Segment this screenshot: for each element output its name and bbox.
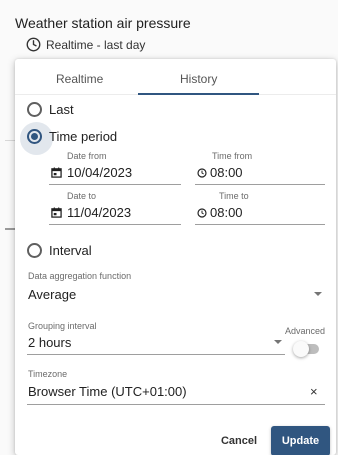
grouping-select[interactable]: Grouping interval 2 hours bbox=[27, 315, 285, 355]
tab-realtime[interactable]: Realtime bbox=[56, 72, 103, 86]
time-to-underline bbox=[195, 224, 325, 225]
widget-title: Weather station air pressure bbox=[15, 15, 191, 31]
active-tab-indicator bbox=[138, 93, 259, 95]
time-to-value-row[interactable]: 08:00 bbox=[197, 205, 243, 220]
toggle-thumb bbox=[293, 341, 309, 357]
timezone-underline bbox=[27, 404, 325, 405]
radio-interval-label: Interval bbox=[49, 243, 92, 258]
radio-time-period-label: Time period bbox=[49, 129, 118, 144]
clock-icon bbox=[197, 167, 207, 178]
calendar-icon bbox=[51, 167, 62, 178]
grouping-underline bbox=[27, 354, 285, 355]
time-from-field[interactable]: Time from 08:00 bbox=[195, 149, 325, 185]
date-from-value-row[interactable]: 10/04/2023 bbox=[51, 165, 132, 180]
timezone-value: Browser Time (UTC+01:00) bbox=[28, 384, 187, 399]
timezone-select[interactable]: Timezone Browser Time (UTC+01:00) × bbox=[27, 364, 325, 406]
radio-time-period-circle[interactable] bbox=[20, 122, 53, 155]
date-from-value: 10/04/2023 bbox=[67, 165, 133, 180]
timewindow-panel: Realtime History Last Time period Date f… bbox=[15, 59, 336, 455]
date-to-value-row[interactable]: 11/04/2023 bbox=[51, 205, 131, 220]
grouping-label: Grouping interval bbox=[28, 321, 97, 331]
clock-icon bbox=[26, 37, 41, 52]
chevron-down-icon[interactable] bbox=[274, 340, 282, 344]
timewindow-button[interactable]: Realtime - last day bbox=[26, 37, 145, 52]
tab-bar: Realtime History bbox=[15, 59, 336, 95]
advanced-toggle[interactable] bbox=[293, 341, 321, 357]
radio-last[interactable]: Last bbox=[27, 102, 74, 117]
background-gridline bbox=[5, 140, 15, 141]
date-from-label: Date from bbox=[67, 151, 107, 161]
time-from-value-row[interactable]: 08:00 bbox=[197, 165, 243, 180]
update-button[interactable]: Update bbox=[271, 426, 330, 455]
date-to-label: Date to bbox=[67, 191, 97, 201]
date-from-underline bbox=[49, 184, 181, 185]
radio-interval[interactable]: Interval bbox=[27, 243, 92, 258]
calendar-icon bbox=[51, 207, 62, 218]
date-to-value: 11/04/2023 bbox=[67, 205, 132, 220]
tab-history[interactable]: History bbox=[180, 72, 217, 86]
time-to-label: Time to bbox=[219, 191, 249, 201]
grouping-value: 2 hours bbox=[28, 335, 72, 350]
clock-icon bbox=[197, 207, 207, 218]
date-to-underline bbox=[49, 224, 181, 225]
time-from-value: 08:00 bbox=[210, 165, 243, 180]
date-to-field[interactable]: Date to 11/04/2023 bbox=[49, 189, 181, 225]
time-to-value: 08:00 bbox=[210, 205, 243, 220]
cancel-button[interactable]: Cancel bbox=[219, 428, 259, 454]
radio-last-label: Last bbox=[49, 102, 74, 117]
chevron-down-icon[interactable] bbox=[314, 292, 322, 296]
radio-interval-circle[interactable] bbox=[27, 243, 42, 258]
aggregation-label: Data aggregation function bbox=[28, 271, 132, 281]
timewindow-label: Realtime - last day bbox=[46, 37, 146, 52]
close-icon[interactable]: × bbox=[310, 384, 318, 399]
time-to-field[interactable]: Time to 08:00 bbox=[195, 189, 325, 225]
timezone-label: Timezone bbox=[28, 369, 68, 379]
aggregation-select[interactable]: Data aggregation function Average bbox=[27, 268, 325, 308]
time-from-underline bbox=[195, 184, 325, 185]
time-from-label: Time from bbox=[212, 151, 253, 161]
radio-last-circle[interactable] bbox=[27, 102, 42, 117]
date-from-field[interactable]: Date from 10/04/2023 bbox=[49, 149, 181, 185]
advanced-label: Advanced bbox=[285, 326, 326, 336]
radio-time-period[interactable]: Time period bbox=[20, 122, 118, 155]
aggregation-value: Average bbox=[28, 287, 77, 302]
